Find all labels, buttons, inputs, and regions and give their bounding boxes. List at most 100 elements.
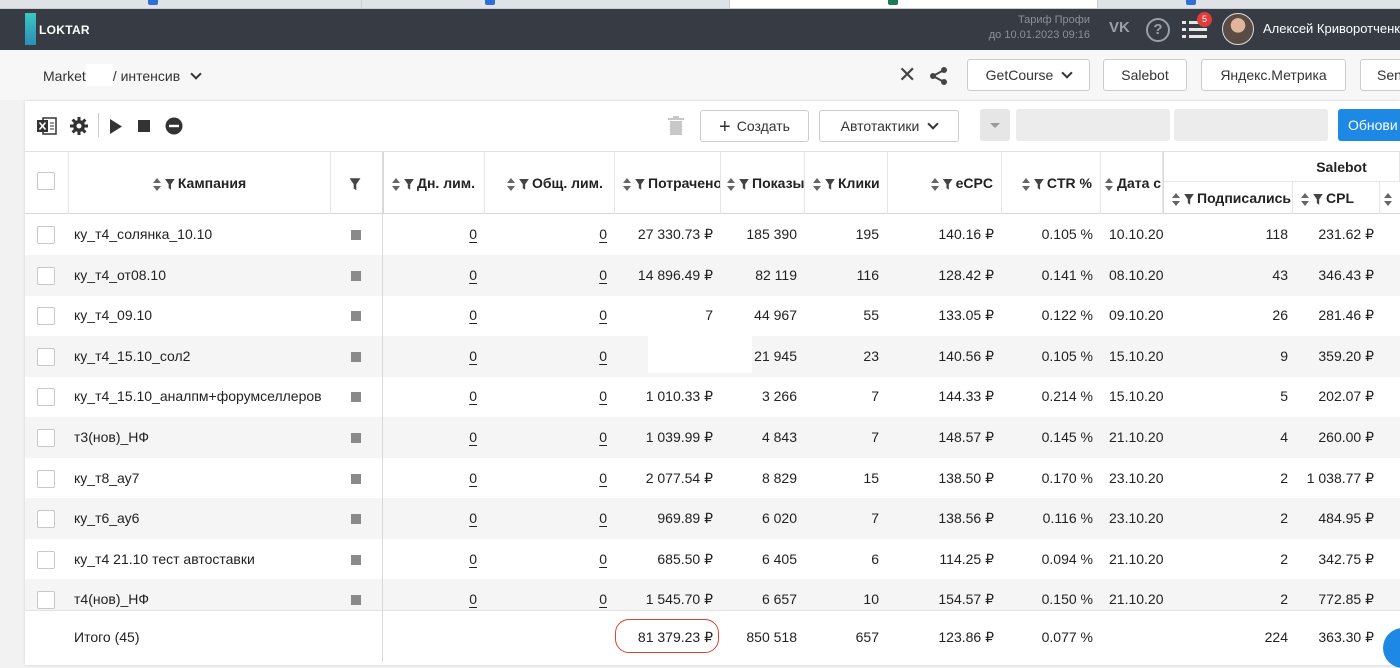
daily-limit-cell[interactable]: 0 (383, 458, 477, 499)
row-checkbox[interactable] (37, 226, 55, 244)
header-subscribed[interactable]: Подписались (1163, 182, 1293, 214)
gear-icon[interactable] (70, 117, 88, 135)
sort-icon[interactable] (392, 177, 400, 191)
sort-icon[interactable] (1105, 177, 1113, 191)
header-spent[interactable]: Потрачено (615, 152, 721, 214)
trash-icon[interactable] (668, 116, 684, 135)
filter-icon[interactable] (1184, 193, 1194, 205)
header-next-column[interactable] (1380, 182, 1400, 214)
date-from-input[interactable] (1016, 109, 1170, 141)
daily-limit-cell[interactable]: 0 (383, 417, 477, 458)
select-all-checkbox[interactable] (37, 172, 55, 190)
row-checkbox[interactable] (37, 469, 55, 488)
status-indicator-icon[interactable] (351, 433, 361, 443)
create-button[interactable]: + Создать (700, 110, 809, 142)
browser-tab[interactable] (362, 0, 730, 8)
total-limit-cell[interactable]: 0 (485, 498, 607, 539)
filter-icon[interactable] (942, 178, 953, 190)
table-row[interactable]: т3(нов)_НФ 0 0 1 039.99 ₽ 4 843 7 148.57 ₽ 0.14… (25, 417, 1400, 458)
total-limit-cell[interactable]: 0 (485, 214, 607, 255)
header-status-filter[interactable] (331, 152, 383, 214)
daily-limit-cell[interactable]: 0 (383, 255, 477, 296)
status-indicator-icon[interactable] (351, 311, 361, 322)
total-limit-cell[interactable]: 0 (485, 539, 607, 580)
row-checkbox[interactable] (37, 510, 55, 529)
status-indicator-icon[interactable] (351, 595, 361, 606)
table-row[interactable]: ку_т4_09.10 0 0 7 44 967 55 133.05 ₽ 0.122 % 09.… (25, 295, 1400, 336)
daily-limit-cell[interactable]: 0 (383, 295, 477, 336)
row-checkbox[interactable] (37, 266, 55, 285)
table-row[interactable]: ку_т4 21.10 тест автоставки 0 0 685.50 ₽ 6 4… (25, 539, 1400, 580)
breadcrumb[interactable]: Market / интенсив (43, 64, 202, 87)
filter-icon[interactable] (519, 178, 529, 190)
daily-limit-cell[interactable]: 0 (383, 498, 477, 539)
sort-icon[interactable] (1172, 192, 1180, 206)
total-limit-cell[interactable]: 0 (485, 336, 607, 377)
browser-tab-active[interactable] (730, 0, 1098, 8)
daily-limit-cell[interactable]: 0 (383, 376, 477, 417)
total-limit-cell[interactable]: 0 (485, 295, 607, 336)
status-indicator-icon[interactable] (351, 473, 361, 484)
header-cpl[interactable]: CPL (1293, 182, 1380, 214)
filter-icon[interactable] (825, 178, 835, 190)
filter-icon[interactable] (404, 178, 414, 190)
excel-export-icon[interactable] (37, 117, 57, 135)
status-indicator-icon[interactable] (351, 270, 361, 281)
sort-icon[interactable] (507, 177, 515, 191)
total-limit-cell[interactable]: 0 (485, 255, 607, 296)
header-clicks[interactable]: Клики (805, 152, 888, 214)
date-to-input[interactable] (1174, 109, 1328, 141)
status-indicator-icon[interactable] (351, 351, 361, 362)
daily-limit-cell[interactable]: 0 (383, 539, 477, 580)
help-icon[interactable]: ? (1146, 18, 1170, 42)
filter-icon[interactable] (635, 178, 645, 190)
sort-icon[interactable] (1301, 192, 1309, 206)
table-row[interactable]: ку_т4_от08.10 0 0 14 896.49 ₽ 82 119 116 128.4… (25, 254, 1400, 296)
logo[interactable]: LOKTAR (25, 13, 105, 47)
sort-icon[interactable] (152, 177, 161, 191)
status-indicator-icon[interactable] (351, 230, 361, 240)
header-date[interactable]: Дата с (1101, 152, 1163, 214)
close-icon[interactable]: ✕ (898, 64, 916, 86)
filter-icon[interactable] (739, 178, 749, 190)
row-checkbox[interactable] (37, 591, 55, 610)
sort-icon[interactable] (930, 177, 939, 191)
header-ctr[interactable]: CTR % (1002, 152, 1101, 214)
filter-icon[interactable] (164, 178, 175, 190)
status-indicator-icon[interactable] (351, 392, 361, 403)
row-checkbox[interactable] (37, 347, 55, 366)
daily-limit-cell[interactable]: 0 (383, 214, 477, 255)
share-icon[interactable] (929, 66, 949, 86)
filter-icon[interactable] (349, 178, 361, 191)
table-row[interactable]: ку_т4_солянка_10.10 0 0 27 330.73 ₽ 185 390 1… (25, 214, 1400, 255)
filter-icon[interactable] (1313, 193, 1323, 205)
refresh-button[interactable]: Обнови (1338, 109, 1400, 141)
tariff-info[interactable]: Тариф Профи до 10.01.2023 09:16 (960, 13, 1090, 43)
getcourse-button[interactable]: GetCourse (967, 59, 1090, 91)
sort-icon[interactable] (1021, 177, 1030, 191)
sort-icon[interactable] (1384, 192, 1392, 206)
total-limit-cell[interactable]: 0 (485, 458, 607, 499)
filter-icon[interactable] (1033, 178, 1044, 190)
header-campaign[interactable]: Кампания (69, 152, 331, 214)
sort-icon[interactable] (727, 177, 735, 191)
sort-icon[interactable] (623, 177, 631, 191)
chevron-down-icon[interactable] (190, 68, 202, 80)
table-row[interactable]: ку_т4_15.10_аналпм+форумселлеров 0 0 1 010.… (25, 376, 1400, 417)
autotactics-button[interactable]: Автотактики (819, 110, 959, 142)
header-daily-limit[interactable]: Дн. лим. (383, 152, 485, 214)
header-impressions[interactable]: Показы (721, 152, 805, 214)
play-icon[interactable] (109, 119, 123, 134)
header-total-limit[interactable]: Общ. лим. (485, 152, 615, 214)
status-indicator-icon[interactable] (351, 554, 361, 565)
more-integration-button[interactable]: Sen (1360, 59, 1400, 91)
row-checkbox[interactable] (37, 429, 55, 447)
total-limit-cell[interactable]: 0 (485, 376, 607, 417)
user-name[interactable]: Алексей Криворотченко (1263, 21, 1400, 36)
filter-dropdown[interactable] (980, 109, 1010, 141)
row-checkbox[interactable] (37, 307, 55, 326)
salebot-button[interactable]: Salebot (1103, 59, 1187, 91)
yandex-metrika-button[interactable]: Яндекс.Метрика (1201, 59, 1346, 91)
row-checkbox[interactable] (37, 388, 55, 407)
table-row[interactable]: ку_т6_ау6 0 0 969.89 ₽ 6 020 7 138.56 ₽ 0.116 %… (25, 498, 1400, 540)
